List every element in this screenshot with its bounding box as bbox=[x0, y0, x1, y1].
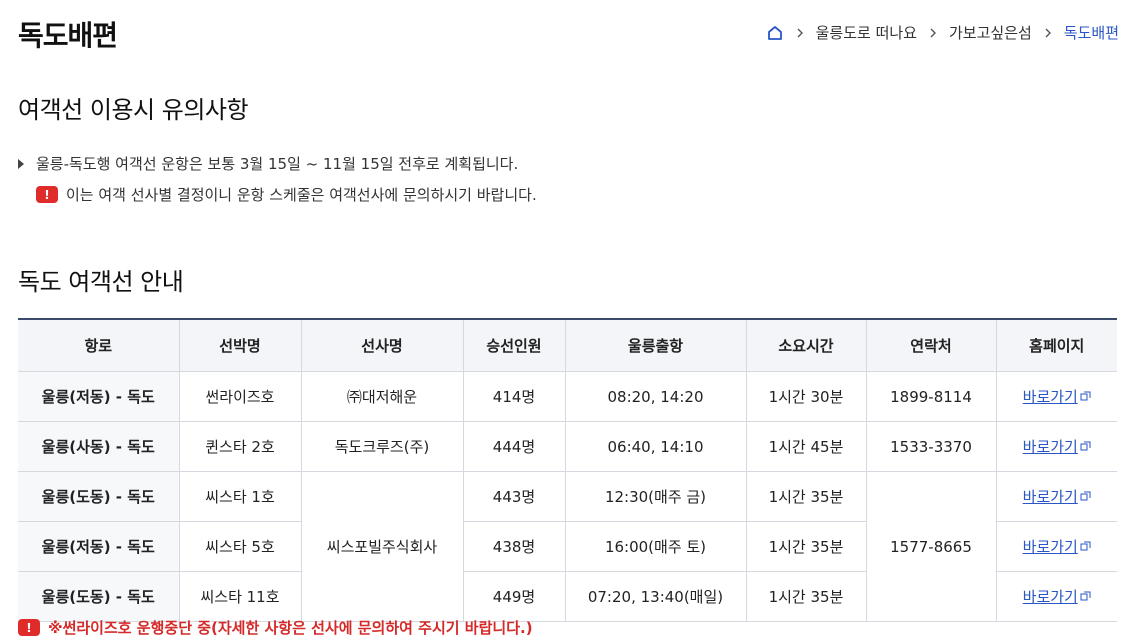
ship-cell: 퀸스타 2호 bbox=[178, 421, 301, 472]
departure-cell: 07:20, 13:40(매일) bbox=[564, 571, 746, 622]
breadcrumb-item-islands[interactable]: 가보고싶은섬 bbox=[949, 22, 1032, 43]
ship-cell: 썬라이즈호 bbox=[178, 371, 301, 422]
capacity-cell: 444명 bbox=[462, 421, 565, 472]
external-link-icon bbox=[1080, 441, 1091, 452]
notice-text: 울릉-독도행 여객선 운항은 보통 3월 15일 ~ 11월 15일 전후로 계… bbox=[36, 155, 519, 173]
departure-cell: 12:30(매주 금) bbox=[564, 471, 746, 522]
exclamation-icon: ! bbox=[18, 619, 40, 636]
departure-cell: 08:20, 14:20 bbox=[564, 371, 746, 422]
section-title-notice: 여객선 이용시 유의사항 bbox=[18, 96, 249, 124]
chevron-right-icon bbox=[929, 28, 937, 38]
contact-cell: 1577-8665 bbox=[865, 471, 996, 622]
notice-item: 울릉-독도행 여객선 운항은 보통 3월 15일 ~ 11월 15일 전후로 계… bbox=[18, 153, 518, 174]
route-cell: 울릉(저동) - 독도 bbox=[18, 521, 179, 572]
capacity-cell: 438명 bbox=[462, 521, 565, 572]
contact-cell: 1533-3370 bbox=[865, 421, 996, 472]
ferry-table: 항로 선박명 선사명 승선인원 울릉출항 소요시간 연락처 홈페이지 울릉(저동… bbox=[18, 318, 1117, 622]
route-cell: 울릉(사동) - 독도 bbox=[18, 421, 179, 472]
homepage-cell: 바로가기 bbox=[995, 471, 1117, 522]
duration-cell: 1시간 30분 bbox=[745, 371, 866, 422]
column-header-departure: 울릉출항 bbox=[564, 318, 746, 372]
breadcrumb-item-ulleung[interactable]: 울릉도로 떠나요 bbox=[816, 22, 917, 43]
warning-item: ! 이는 여객 선사별 결정이니 운항 스케줄은 여객선사에 문의하시기 바랍니… bbox=[36, 184, 537, 205]
table-row: 울릉(저동) - 독도 썬라이즈호 ㈜대저해운 414명 08:20, 14:2… bbox=[18, 371, 1117, 422]
column-header-route: 항로 bbox=[18, 318, 179, 372]
homepage-cell: 바로가기 bbox=[995, 421, 1117, 472]
column-header-ship: 선박명 bbox=[178, 318, 301, 372]
homepage-link-label: 바로가기 bbox=[1022, 438, 1078, 456]
column-header-contact: 연락처 bbox=[865, 318, 996, 372]
triangle-bullet-icon bbox=[18, 158, 24, 169]
suspension-notice: ! ※썬라이즈호 운행중단 중(자세한 사항은 선사에 문의하여 주시기 바랍니… bbox=[18, 617, 533, 638]
chevron-right-icon bbox=[1044, 28, 1052, 38]
homepage-link[interactable]: 바로가기 bbox=[1023, 436, 1091, 457]
column-header-homepage: 홈페이지 bbox=[995, 318, 1117, 372]
duration-cell: 1시간 45분 bbox=[745, 421, 866, 472]
column-header-company: 선사명 bbox=[300, 318, 463, 372]
warning-text: 이는 여객 선사별 결정이니 운항 스케줄은 여객선사에 문의하시기 바랍니다. bbox=[66, 186, 537, 204]
capacity-cell: 443명 bbox=[462, 471, 565, 522]
column-header-capacity: 승선인원 bbox=[462, 318, 565, 372]
homepage-link-label: 바로가기 bbox=[1022, 488, 1078, 506]
capacity-cell: 449명 bbox=[462, 571, 565, 622]
chevron-right-icon bbox=[796, 28, 804, 38]
duration-cell: 1시간 35분 bbox=[745, 521, 866, 572]
contact-cell: 1899-8114 bbox=[865, 371, 996, 422]
exclamation-icon: ! bbox=[36, 186, 58, 203]
capacity-cell: 414명 bbox=[462, 371, 565, 422]
external-link-icon bbox=[1080, 491, 1091, 502]
company-cell: ㈜대저해운 bbox=[300, 371, 463, 422]
departure-cell: 16:00(매주 토) bbox=[564, 521, 746, 572]
page-title: 독도배편 bbox=[18, 19, 118, 52]
departure-cell: 06:40, 14:10 bbox=[564, 421, 746, 472]
homepage-link-label: 바로가기 bbox=[1022, 588, 1078, 606]
external-link-icon bbox=[1080, 541, 1091, 552]
table-header-row: 항로 선박명 선사명 승선인원 울릉출항 소요시간 연락처 홈페이지 bbox=[18, 318, 1117, 372]
table-row: 울릉(도동) - 독도 씨스타 1호 씨스포빌주식회사 443명 12:30(매… bbox=[18, 471, 1117, 622]
homepage-link[interactable]: 바로가기 bbox=[1023, 386, 1091, 407]
section-title-ferries: 독도 여객선 안내 bbox=[18, 268, 184, 296]
homepage-cell: 바로가기 bbox=[995, 571, 1117, 622]
homepage-link[interactable]: 바로가기 bbox=[1023, 536, 1091, 557]
route-cell: 울릉(저동) - 독도 bbox=[18, 371, 179, 422]
breadcrumb: 울릉도로 떠나요 가보고싶은섬 독도배편 bbox=[766, 22, 1119, 43]
company-cell: 씨스포빌주식회사 bbox=[300, 471, 463, 622]
homepage-cell: 바로가기 bbox=[995, 371, 1117, 422]
duration-cell: 1시간 35분 bbox=[745, 471, 866, 522]
route-cell: 울릉(도동) - 독도 bbox=[18, 571, 179, 622]
homepage-cell: 바로가기 bbox=[995, 521, 1117, 572]
column-header-duration: 소요시간 bbox=[745, 318, 866, 372]
ship-cell: 씨스타 1호 bbox=[178, 471, 301, 522]
homepage-link[interactable]: 바로가기 bbox=[1023, 586, 1091, 607]
homepage-link-label: 바로가기 bbox=[1022, 538, 1078, 556]
route-cell: 울릉(도동) - 독도 bbox=[18, 471, 179, 522]
ship-cell: 씨스타 5호 bbox=[178, 521, 301, 572]
table-row: 울릉(사동) - 독도 퀸스타 2호 독도크루즈(주) 444명 06:40, … bbox=[18, 421, 1117, 472]
duration-cell: 1시간 35분 bbox=[745, 571, 866, 622]
homepage-link[interactable]: 바로가기 bbox=[1023, 486, 1091, 507]
external-link-icon bbox=[1080, 591, 1091, 602]
company-cell: 독도크루즈(주) bbox=[300, 421, 463, 472]
homepage-link-label: 바로가기 bbox=[1022, 388, 1078, 406]
external-link-icon bbox=[1080, 391, 1091, 402]
breadcrumb-item-current[interactable]: 독도배편 bbox=[1064, 22, 1119, 43]
suspension-notice-text: ※썬라이즈호 운행중단 중(자세한 사항은 선사에 문의하여 주시기 바랍니다.… bbox=[48, 619, 533, 637]
home-icon[interactable] bbox=[766, 24, 784, 42]
ship-cell: 씨스타 11호 bbox=[178, 571, 301, 622]
